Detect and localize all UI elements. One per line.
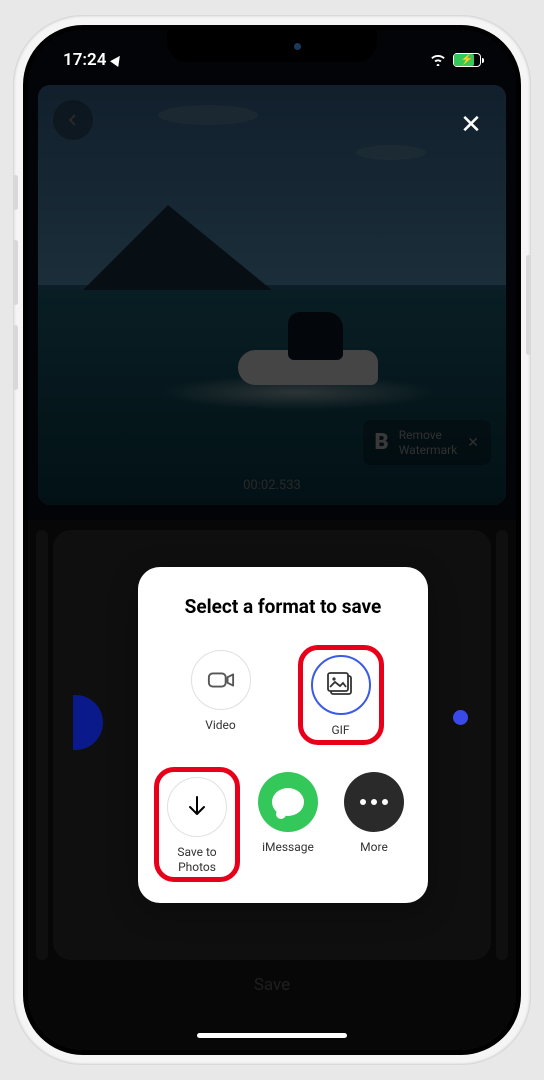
format-video-label: Video [205,718,236,732]
background-blue-dot [453,710,468,725]
format-gif-label: GIF [331,723,349,737]
save-photos-highlight: Save to Photos [154,767,240,882]
status-time: 17:24 [63,50,106,70]
close-button[interactable]: ✕ [456,110,486,140]
more-dots-icon [360,799,388,805]
notch [167,30,377,62]
save-to-photos-option[interactable]: Save to Photos [167,777,227,874]
power-button [526,255,531,355]
imessage-label: iMessage [262,840,314,854]
volume-down [13,325,18,390]
location-arrow-icon [111,53,125,67]
silent-switch [13,175,18,210]
imessage-option[interactable]: iMessage [258,772,318,879]
screen: 17:24 ⚡ [28,30,516,1050]
battery-icon: ⚡ [453,53,481,67]
chat-bubble-icon [272,788,304,816]
more-option[interactable]: More [344,772,404,879]
image-icon [327,672,355,698]
charging-bolt-icon: ⚡ [461,55,473,66]
format-video-option[interactable]: Video [191,650,251,742]
download-arrow-icon [183,794,211,820]
home-indicator[interactable] [197,1033,347,1038]
video-icon [207,667,235,693]
modal-title: Select a format to save [156,595,410,618]
wifi-icon [429,51,447,70]
save-format-modal: Select a format to save Video [138,567,428,903]
front-camera [294,43,301,50]
format-gif-option[interactable]: GIF [311,655,371,737]
more-label: More [360,840,388,854]
gif-highlight: GIF [298,645,384,745]
save-photos-label: Save to Photos [167,845,227,874]
phone-frame: 17:24 ⚡ [13,15,531,1065]
volume-up [13,240,18,305]
